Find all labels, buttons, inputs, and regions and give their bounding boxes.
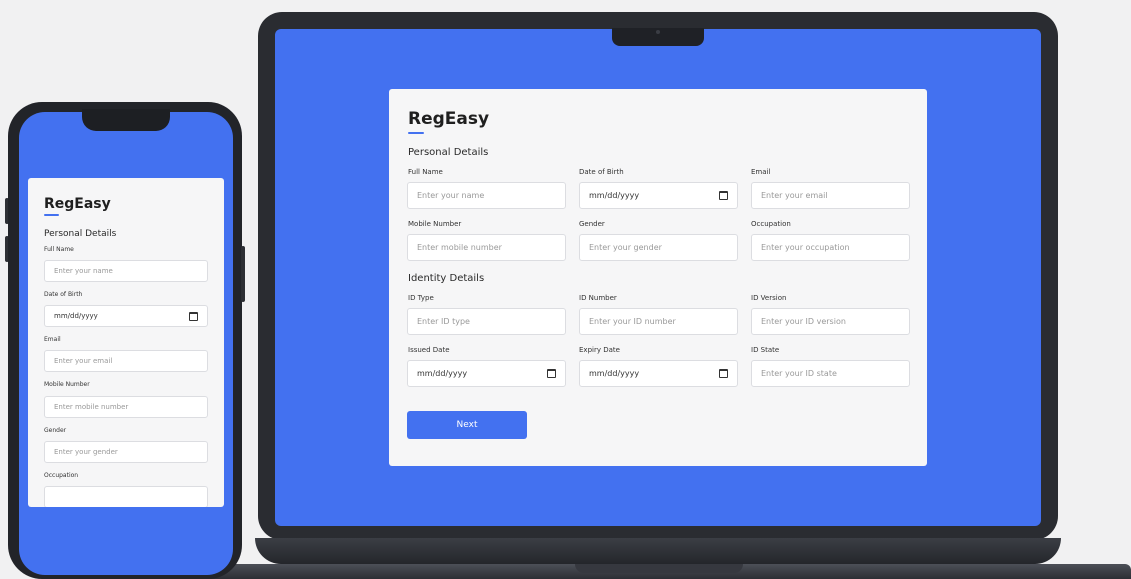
calendar-icon[interactable] — [719, 191, 728, 200]
id-version-placeholder: Enter your ID version — [761, 317, 846, 326]
email-placeholder: Enter your email — [54, 357, 113, 365]
mobile-input[interactable]: Enter mobile number — [44, 396, 208, 418]
expiry-date-label: Expiry Date — [579, 346, 620, 354]
full-name-input[interactable]: Enter your name — [44, 260, 208, 282]
gender-placeholder: Enter your gender — [54, 448, 118, 456]
email-label: Email — [44, 336, 61, 343]
laptop-hinge — [255, 538, 1061, 564]
brand-underline — [408, 132, 424, 134]
issued-date-input[interactable]: mm/dd/yyyy — [407, 360, 566, 387]
phone-notch — [82, 109, 170, 131]
occupation-placeholder: Enter your occupation — [761, 243, 850, 252]
dob-input[interactable]: mm/dd/yyyy — [44, 305, 208, 327]
calendar-icon[interactable] — [547, 369, 556, 378]
id-number-input[interactable]: Enter your ID number — [579, 308, 738, 335]
laptop-base-groove — [575, 564, 743, 573]
mobile-placeholder: Enter mobile number — [417, 243, 502, 252]
email-label: Email — [751, 168, 771, 176]
dob-value: mm/dd/yyyy — [589, 191, 640, 200]
email-input[interactable]: Enter your email — [44, 350, 208, 372]
dob-input[interactable]: mm/dd/yyyy — [579, 182, 738, 209]
calendar-icon[interactable] — [719, 369, 728, 378]
gender-input[interactable]: Enter your gender — [44, 441, 208, 463]
id-type-label: ID Type — [408, 294, 434, 302]
full-name-placeholder: Enter your name — [54, 267, 113, 275]
section-title-personal: Personal Details — [408, 147, 489, 158]
mobile-label: Mobile Number — [44, 381, 90, 388]
full-name-input[interactable]: Enter your name — [407, 182, 566, 209]
occupation-label: Occupation — [44, 472, 79, 479]
full-name-placeholder: Enter your name — [417, 191, 485, 200]
mobile-input[interactable]: Enter mobile number — [407, 234, 566, 261]
dob-label: Date of Birth — [579, 168, 624, 176]
email-placeholder: Enter your email — [761, 191, 828, 200]
gender-input[interactable]: Enter your gender — [579, 234, 738, 261]
id-number-label: ID Number — [579, 294, 617, 302]
id-version-input[interactable]: Enter your ID version — [751, 308, 910, 335]
id-version-label: ID Version — [751, 294, 787, 302]
id-type-placeholder: Enter ID type — [417, 317, 470, 326]
laptop-camera-notch — [612, 28, 704, 46]
id-state-label: ID State — [751, 346, 780, 354]
gender-placeholder: Enter your gender — [589, 243, 662, 252]
id-state-input[interactable]: Enter your ID state — [751, 360, 910, 387]
full-name-label: Full Name — [44, 246, 74, 253]
occupation-input[interactable]: Enter your occupation — [751, 234, 910, 261]
dob-label: Date of Birth — [44, 291, 83, 298]
issued-date-value: mm/dd/yyyy — [417, 369, 468, 378]
phone-power-button — [241, 246, 245, 302]
email-input[interactable]: Enter your email — [751, 182, 910, 209]
issued-date-label: Issued Date — [408, 346, 450, 354]
id-type-input[interactable]: Enter ID type — [407, 308, 566, 335]
expiry-date-value: mm/dd/yyyy — [589, 369, 640, 378]
occupation-label: Occupation — [751, 220, 791, 228]
full-name-label: Full Name — [408, 168, 443, 176]
section-title-personal: Personal Details — [44, 229, 117, 239]
phone-registration-form: RegEasy Personal Details Full Name Enter… — [28, 178, 224, 507]
laptop-registration-form: RegEasy Personal Details Full Name Enter… — [389, 89, 927, 466]
expiry-date-input[interactable]: mm/dd/yyyy — [579, 360, 738, 387]
id-number-placeholder: Enter your ID number — [589, 317, 676, 326]
gender-label: Gender — [579, 220, 605, 228]
brand-logo: RegEasy — [44, 196, 111, 212]
id-state-placeholder: Enter your ID state — [761, 369, 837, 378]
calendar-icon[interactable] — [189, 311, 198, 321]
brand-underline — [44, 214, 59, 216]
camera-icon — [656, 30, 660, 34]
mobile-placeholder: Enter mobile number — [54, 403, 129, 411]
gender-label: Gender — [44, 427, 67, 434]
mobile-label: Mobile Number — [408, 220, 462, 228]
dob-value: mm/dd/yyyy — [54, 312, 98, 320]
next-button[interactable]: Next — [407, 411, 527, 439]
section-title-identity: Identity Details — [408, 273, 485, 284]
occupation-input[interactable] — [44, 486, 208, 507]
brand-logo: RegEasy — [408, 109, 490, 129]
